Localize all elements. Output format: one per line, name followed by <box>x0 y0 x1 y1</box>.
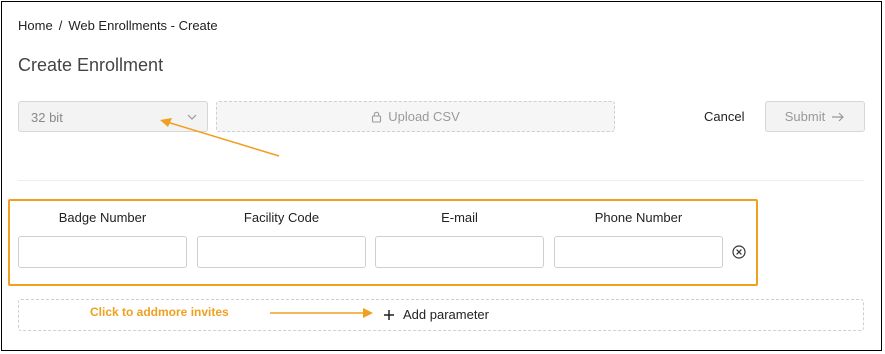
breadcrumb-current: Web Enrollments - Create <box>68 18 218 33</box>
upload-csv-button[interactable]: Upload CSV <box>216 101 615 132</box>
badge-number-input[interactable] <box>18 236 187 268</box>
annotation-hint-text: Click to addmore invites <box>90 305 229 319</box>
breadcrumb-home-link[interactable]: Home <box>18 18 53 33</box>
add-parameter-label: Add parameter <box>403 307 489 322</box>
chevron-down-icon <box>187 114 197 120</box>
email-input[interactable] <box>375 236 544 268</box>
circle-x-icon[interactable] <box>731 244 747 260</box>
facility-code-label: Facility Code <box>243 210 320 225</box>
submit-button[interactable]: Submit <box>765 101 865 132</box>
architecture-select[interactable]: 32 bit <box>18 101 208 132</box>
section-divider <box>18 180 864 181</box>
lock-icon <box>372 111 382 123</box>
page-title: Create Enrollment <box>18 55 164 75</box>
breadcrumb: Home / Web Enrollments - Create <box>18 18 218 33</box>
architecture-select-value: 32 bit <box>31 110 63 125</box>
upload-csv-label: Upload CSV <box>388 109 460 124</box>
arrow-right-icon <box>832 112 845 121</box>
plus-icon <box>384 309 394 320</box>
phone-number-label: Phone Number <box>594 210 683 225</box>
badge-number-label: Badge Number <box>58 210 147 225</box>
phone-number-input[interactable] <box>554 236 723 268</box>
email-label: E-mail <box>441 210 478 225</box>
facility-code-input[interactable] <box>197 236 366 268</box>
submit-label: Submit <box>784 109 826 124</box>
breadcrumb-separator: / <box>58 18 63 33</box>
cancel-button[interactable]: Cancel <box>704 109 744 124</box>
